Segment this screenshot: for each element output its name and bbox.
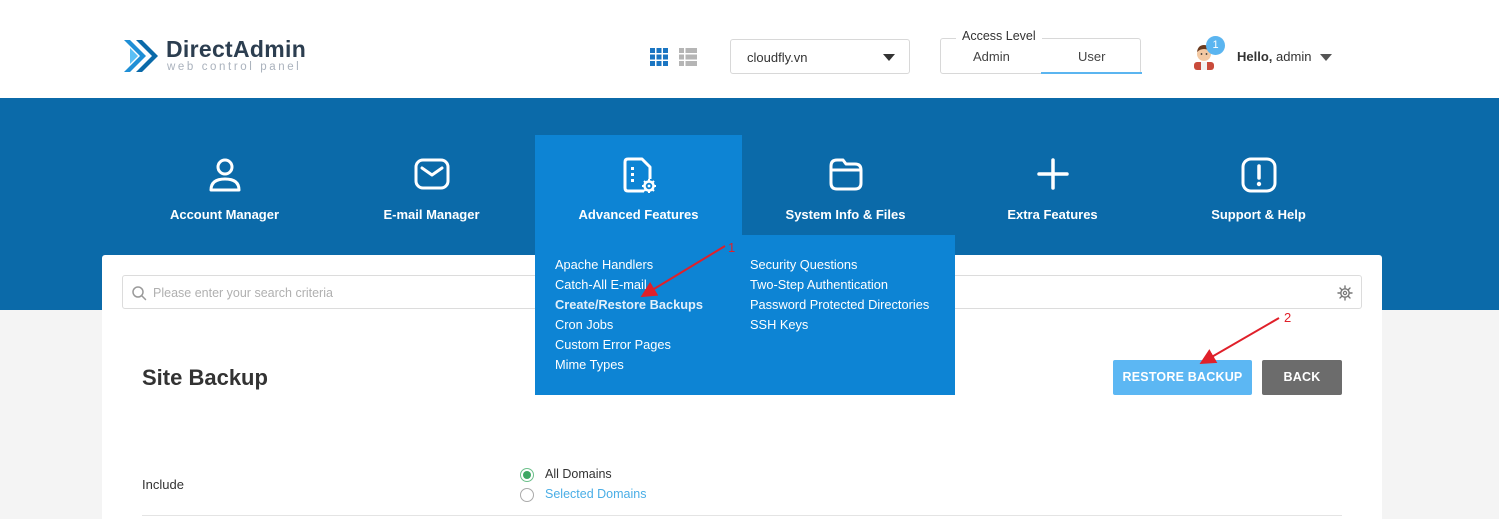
menu-item-cron-jobs[interactable]: Cron Jobs: [555, 317, 703, 337]
exclamation-icon: [1241, 157, 1276, 193]
menu-item-apache-handlers[interactable]: Apache Handlers: [555, 257, 703, 277]
chevron-down-icon: [883, 54, 895, 61]
access-level-switch: Admin User: [940, 38, 1142, 74]
menu-item-mime-types[interactable]: Mime Types: [555, 357, 703, 377]
nav-label: Extra Features: [1007, 207, 1098, 222]
restore-backup-button[interactable]: RESTORE BACKUP: [1113, 360, 1252, 395]
top-header: DirectAdmin web control panel cloudfly.v…: [0, 0, 1499, 98]
radio-label-selected-domains[interactable]: Selected Domains: [545, 487, 646, 501]
nav-extra-features[interactable]: Extra Features: [949, 135, 1156, 235]
access-level-selected-indicator: [1041, 72, 1142, 74]
annotation-number-1: 1: [728, 240, 736, 255]
nav-account-manager[interactable]: Account Manager: [121, 135, 328, 235]
access-level-user[interactable]: User: [1078, 49, 1105, 64]
annotation-number-2: 2: [1284, 310, 1292, 325]
nav-label: Advanced Features: [578, 207, 699, 222]
divider: [142, 515, 1342, 516]
nav-email-manager[interactable]: E-mail Manager: [328, 135, 535, 235]
brand-tagline: web control panel: [167, 61, 302, 73]
menu-item-two-step-authentication[interactable]: Two-Step Authentication: [750, 277, 929, 297]
menu-item-security-questions[interactable]: Security Questions: [750, 257, 929, 277]
domain-select-value: cloudfly.vn: [747, 50, 808, 65]
page-title: Site Backup: [142, 365, 268, 390]
nav-label: Account Manager: [169, 207, 280, 222]
greeting-text: Hello,: [1237, 49, 1273, 64]
radio-selected-domains[interactable]: [520, 488, 534, 502]
plus-icon: [1036, 158, 1069, 190]
nav-support-help[interactable]: Support & Help: [1155, 135, 1362, 235]
include-label: Include: [142, 477, 184, 492]
nav-system-info-files[interactable]: System Info & Files: [742, 135, 949, 235]
domain-select[interactable]: cloudfly.vn: [730, 39, 910, 74]
username: admin: [1276, 49, 1312, 64]
document-gear-icon: [623, 157, 656, 193]
nav-label: System Info & Files: [785, 207, 906, 222]
user-menu-chevron-icon[interactable]: [1320, 54, 1332, 61]
gear-icon[interactable]: [1337, 285, 1353, 301]
dropdown-column-2: Security Questions Two-Step Authenticati…: [750, 257, 929, 337]
menu-item-ssh-keys[interactable]: SSH Keys: [750, 317, 929, 337]
access-level-admin[interactable]: Admin: [973, 49, 1010, 64]
logo[interactable]: DirectAdmin web control panel: [120, 34, 320, 78]
menu-item-password-protected-directories[interactable]: Password Protected Directories: [750, 297, 929, 317]
folder-icon: [829, 158, 862, 191]
search-icon: [132, 286, 147, 301]
list-view-icon[interactable]: [679, 48, 697, 66]
menu-item-catch-all-email[interactable]: Catch-All E-mail: [555, 277, 703, 297]
user-greeting[interactable]: Hello, admin: [1237, 49, 1311, 64]
menu-item-create-restore-backups[interactable]: Create/Restore Backups: [555, 297, 703, 317]
radio-all-domains[interactable]: [520, 468, 534, 482]
directadmin-logo-icon: [124, 40, 158, 72]
back-button[interactable]: BACK: [1262, 360, 1342, 395]
nav-label: E-mail Manager: [383, 207, 480, 222]
brand-name: DirectAdmin: [166, 36, 307, 62]
envelope-icon: [414, 158, 449, 190]
nav-label: Support & Help: [1211, 207, 1306, 222]
dropdown-column-1: Apache Handlers Catch-All E-mail Create/…: [555, 257, 703, 377]
user-icon: [209, 158, 240, 192]
menu-item-custom-error-pages[interactable]: Custom Error Pages: [555, 337, 703, 357]
radio-label-all-domains[interactable]: All Domains: [545, 467, 612, 481]
notification-badge[interactable]: 1: [1206, 36, 1225, 55]
nav-advanced-features[interactable]: Advanced Features: [535, 135, 742, 235]
access-level-label: Access Level: [956, 29, 1042, 43]
advanced-features-dropdown: Apache Handlers Catch-All E-mail Create/…: [535, 235, 955, 395]
grid-view-icon[interactable]: [650, 48, 668, 66]
